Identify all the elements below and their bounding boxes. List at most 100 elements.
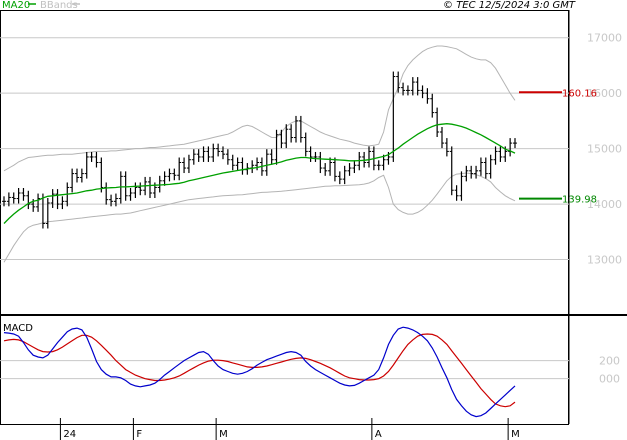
macd-title: MACD: [3, 323, 33, 334]
price-bar: [313, 151, 318, 162]
price-bar: [21, 188, 26, 201]
price-bar: [138, 182, 143, 196]
price-bar: [75, 168, 79, 183]
price-bar: [225, 149, 230, 165]
price-bar: [55, 189, 60, 210]
x-tick-label: A: [375, 429, 382, 440]
price-bar: [328, 157, 333, 176]
x-axis-labels: 24 F M A M: [59, 418, 520, 440]
macd-signal-line: [3, 333, 516, 408]
price-bar: [410, 77, 415, 96]
price-bar: [157, 175, 162, 193]
price-bar: [45, 197, 50, 229]
price-bar: [459, 171, 464, 201]
price-bar: [469, 165, 474, 179]
macd-gridlines: [0, 360, 569, 380]
price-bar: [352, 160, 357, 174]
price-bar: [94, 151, 99, 168]
price-bar: [167, 168, 172, 182]
x-tick-label: M: [511, 429, 520, 440]
bollinger-bands: [3, 45, 516, 263]
price-bar: [123, 171, 128, 201]
price-bar: [420, 85, 425, 99]
price-bar: [405, 85, 410, 96]
price-bar: [332, 157, 337, 182]
price-bar: [235, 157, 240, 171]
price-bar: [172, 168, 177, 181]
x-tick-label: 24: [63, 429, 76, 440]
bband-lower-line: [3, 172, 516, 263]
price-bar: [474, 165, 479, 179]
price-bar: [133, 182, 138, 198]
price-bar: [79, 168, 84, 183]
macd-tick-label: 200: [599, 355, 620, 368]
price-bar: [323, 163, 328, 176]
ma20-line-group: [3, 123, 516, 224]
macd-axis-labels: 200000: [599, 355, 620, 386]
price-bar: [191, 149, 196, 165]
price-axis-labels: 1700016000150001400013000: [587, 32, 622, 267]
price-bar: [279, 129, 284, 149]
price-bar: [488, 154, 493, 179]
resistance-level-label: 160.16: [562, 88, 597, 99]
price-bar: [70, 168, 75, 193]
price-bar: [337, 171, 342, 185]
ma20-line: [3, 123, 516, 224]
stock-chart: MA20 BBands © TEC 12/5/2024 3:0 GMT 1700…: [0, 0, 627, 440]
ma20-legend-label: MA20: [2, 0, 30, 11]
x-tick-label: M: [219, 429, 228, 440]
price-bar: [435, 107, 440, 137]
price-bar: [196, 149, 201, 162]
price-bar: [269, 149, 274, 165]
price-bar: [264, 149, 269, 176]
macd-lines: [3, 326, 516, 418]
price-bar: [493, 146, 498, 165]
x-tick-label: F: [136, 429, 142, 440]
price-tick-label: 17000: [587, 32, 622, 45]
copyright-label: © TEC 12/5/2024 3:0 GMT: [443, 0, 576, 11]
price-bar: [216, 143, 221, 157]
price-bar: [99, 157, 104, 193]
price-bar: [177, 157, 182, 181]
price-bars: [2, 71, 517, 229]
price-bar: [298, 115, 303, 143]
price-bar: [342, 165, 347, 185]
price-bar: [60, 196, 65, 210]
price-bar: [289, 124, 294, 143]
macd-tick-label: 000: [599, 373, 620, 386]
price-bar: [16, 188, 21, 204]
macd-line: [3, 326, 516, 418]
price-bar: [274, 129, 279, 165]
price-bar: [513, 138, 517, 149]
price-bar: [440, 127, 444, 149]
price-bar: [415, 77, 420, 96]
price-bar: [367, 146, 371, 168]
price-bar: [2, 196, 6, 207]
price-tick-label: 15000: [587, 143, 622, 156]
price-bar: [186, 154, 191, 174]
price-tick-label: 13000: [587, 254, 622, 267]
price-bar: [211, 143, 216, 162]
bbands-legend-label: BBands: [40, 0, 78, 11]
price-bar: [128, 188, 133, 201]
price-bar: [240, 157, 245, 175]
price-bar: [347, 163, 352, 176]
price-bar: [483, 157, 488, 179]
price-bar: [84, 151, 89, 179]
price-bar: [50, 189, 55, 208]
price-bar: [182, 157, 187, 174]
price-bar: [376, 160, 381, 171]
price-bar: [26, 190, 31, 210]
price-bar: [36, 193, 41, 212]
price-bar: [454, 185, 459, 201]
price-bar: [303, 132, 308, 157]
price-bar: [230, 154, 235, 171]
price-levels: 160.16 139.98: [519, 88, 597, 206]
price-gridlines: [0, 37, 569, 261]
price-bar: [89, 151, 94, 162]
price-bar: [318, 151, 323, 174]
price-bar: [449, 146, 454, 196]
price-bar: [11, 192, 16, 204]
support-level-label: 139.98: [562, 195, 597, 206]
price-bar: [444, 138, 449, 157]
